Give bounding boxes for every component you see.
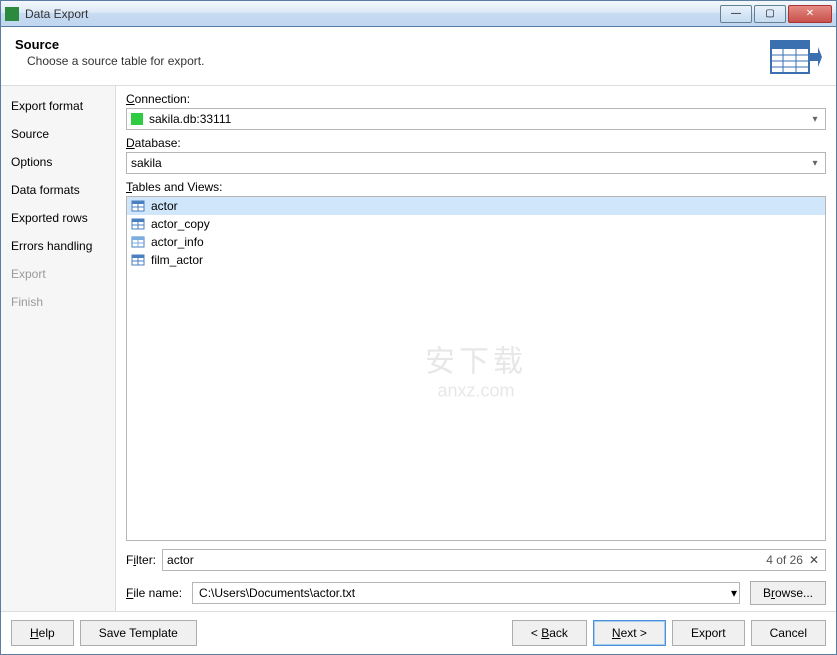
- window-buttons: — ▢ ✕: [720, 5, 832, 23]
- maximize-button[interactable]: ▢: [754, 5, 786, 23]
- list-item-label: film_actor: [151, 253, 203, 267]
- body: Export format Source Options Data format…: [1, 86, 836, 611]
- connection-combo[interactable]: sakila.db:33111 ▾: [126, 108, 826, 130]
- filter-input[interactable]: [167, 553, 762, 567]
- connection-value: sakila.db:33111: [149, 112, 807, 126]
- help-button[interactable]: Help: [11, 620, 74, 646]
- page-title: Source: [15, 37, 770, 52]
- list-item[interactable]: film_actor: [127, 251, 825, 269]
- connection-status-icon: [131, 113, 143, 125]
- sidebar-item-export: Export: [1, 260, 115, 288]
- list-item[interactable]: actor: [127, 197, 825, 215]
- database-combo[interactable]: sakila ▾: [126, 152, 826, 174]
- next-button[interactable]: Next >: [593, 620, 666, 646]
- browse-button[interactable]: Browse...: [750, 581, 826, 605]
- page-subtitle: Choose a source table for export.: [15, 54, 770, 68]
- filter-label: Filter:: [126, 553, 156, 567]
- watermark: 安下载 anxz.com: [425, 336, 527, 401]
- database-value: sakila: [131, 156, 807, 170]
- tables-label: Tables and Views:: [126, 180, 826, 194]
- back-button[interactable]: < Back: [512, 620, 587, 646]
- window-title: Data Export: [25, 7, 88, 21]
- titlebar: Data Export — ▢ ✕: [1, 1, 836, 27]
- chevron-down-icon: ▾: [807, 158, 823, 169]
- list-item-label: actor_info: [151, 235, 204, 249]
- connection-label: Connection:: [126, 92, 826, 106]
- sidebar-item-errors-handling[interactable]: Errors handling: [1, 232, 115, 260]
- filename-row: File name: C:\Users\Documents\actor.txt …: [126, 581, 826, 605]
- sidebar: Export format Source Options Data format…: [1, 86, 116, 611]
- chevron-down-icon: ▾: [731, 586, 737, 600]
- list-item-label: actor_copy: [151, 217, 210, 231]
- table-icon: [131, 200, 145, 212]
- footer: Help Save Template < Back Next > Export …: [1, 611, 836, 654]
- main-panel: Connection: sakila.db:33111 ▾ Database: …: [116, 86, 836, 611]
- minimize-button[interactable]: —: [720, 5, 752, 23]
- export-button[interactable]: Export: [672, 620, 745, 646]
- window: Data Export — ▢ ✕ Source Choose a source…: [0, 0, 837, 655]
- sidebar-item-exported-rows[interactable]: Exported rows: [1, 204, 115, 232]
- app-icon: [5, 7, 19, 21]
- filename-combo[interactable]: C:\Users\Documents\actor.txt ▾: [192, 582, 740, 604]
- header: Source Choose a source table for export.: [1, 27, 836, 86]
- filter-clear-icon[interactable]: ✕: [807, 553, 821, 567]
- table-icon: [131, 254, 145, 266]
- filter-box: 4 of 26 ✕: [162, 549, 826, 571]
- table-icon: [131, 218, 145, 230]
- cancel-button[interactable]: Cancel: [751, 620, 826, 646]
- sidebar-item-options[interactable]: Options: [1, 148, 115, 176]
- view-icon: [131, 236, 145, 248]
- list-item[interactable]: actor_info: [127, 233, 825, 251]
- filename-value: C:\Users\Documents\actor.txt: [199, 586, 731, 600]
- tables-listbox[interactable]: actor actor_copy actor_info film_actor 安…: [126, 196, 826, 541]
- sidebar-item-source[interactable]: Source: [1, 120, 115, 148]
- filename-label: File name:: [126, 586, 182, 600]
- filter-count: 4 of 26: [762, 553, 807, 567]
- sidebar-item-data-formats[interactable]: Data formats: [1, 176, 115, 204]
- sidebar-item-export-format[interactable]: Export format: [1, 92, 115, 120]
- chevron-down-icon: ▾: [807, 114, 823, 125]
- sidebar-item-finish: Finish: [1, 288, 115, 316]
- list-item[interactable]: actor_copy: [127, 215, 825, 233]
- close-button[interactable]: ✕: [788, 5, 832, 23]
- database-label: Database:: [126, 136, 826, 150]
- list-item-label: actor: [151, 199, 178, 213]
- export-grid-icon: [770, 37, 822, 77]
- filter-row: Filter: 4 of 26 ✕: [126, 549, 826, 571]
- save-template-button[interactable]: Save Template: [80, 620, 197, 646]
